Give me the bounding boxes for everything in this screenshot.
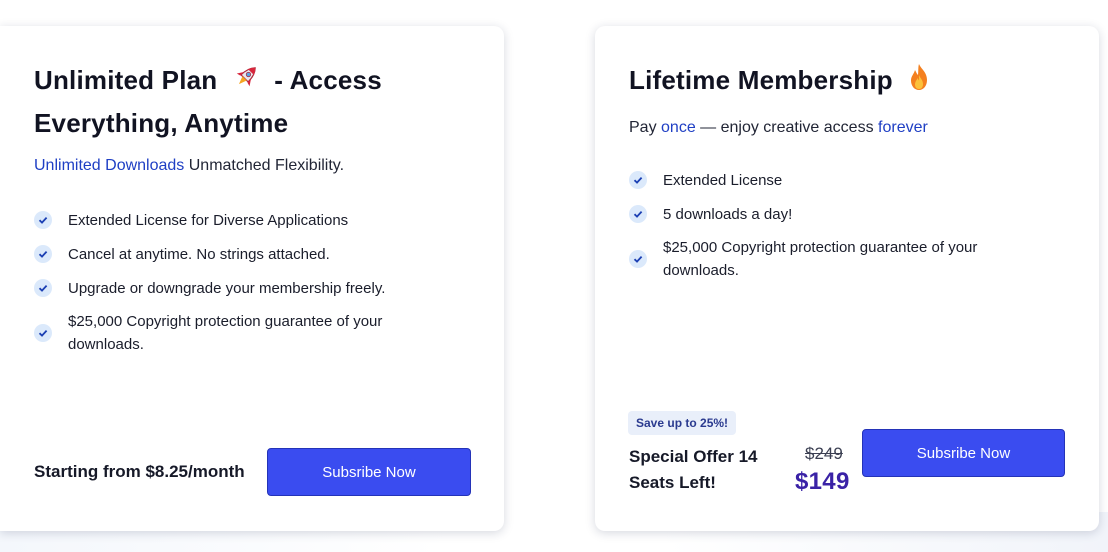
feature-item: Upgrade or downgrade your membership fre… — [34, 271, 434, 305]
check-icon — [629, 171, 647, 189]
subscribe-button[interactable]: Subsribe Now — [267, 448, 471, 496]
feature-item: $25,000 Copyright protection guarantee o… — [629, 231, 1019, 287]
subtitle-mid: — enjoy creative access — [695, 119, 879, 136]
subtitle-rest: Unmatched Flexibility. — [184, 157, 345, 174]
check-icon — [34, 211, 52, 229]
save-badge: Save up to 25%! — [628, 411, 737, 435]
title-text: Lifetime Membership — [629, 65, 893, 95]
old-price: $249 — [805, 444, 843, 463]
subscribe-button[interactable]: Subsribe Now — [862, 429, 1065, 477]
title-text: Unlimited Plan — [34, 65, 218, 95]
feature-item: 5 downloads a day! — [629, 197, 1029, 231]
feature-text: Upgrade or downgrade your membership fre… — [68, 279, 386, 297]
feature-text: $25,000 Copyright protection guarantee o… — [663, 239, 978, 279]
feature-item: Cancel at anytime. No strings attached. — [34, 237, 434, 271]
lifetime-subtitle: Pay once — enjoy creative access forever — [629, 117, 928, 139]
offer-line2: Seats Left! — [629, 473, 716, 492]
unlimited-plan-card: Unlimited Plan - Access Everything, Anyt… — [0, 26, 504, 531]
lifetime-membership-card: Lifetime Membership Pay once — enjoy cre… — [595, 26, 1099, 531]
subtitle-once: once — [661, 119, 696, 136]
subtitle-accent: Unlimited Downloads — [34, 157, 185, 174]
check-icon — [34, 279, 52, 297]
fire-icon — [906, 62, 932, 102]
unlimited-subtitle: Unlimited Downloads Unmatched Flexibilit… — [34, 155, 344, 177]
feature-text: Extended License for Diverse Application… — [68, 211, 349, 229]
title-text-line2: Everything, Anytime — [34, 107, 289, 138]
rocket-icon — [231, 62, 261, 103]
feature-text: 5 downloads a day! — [663, 205, 793, 223]
lifetime-feature-list: Extended License 5 downloads a day! $25,… — [629, 163, 1029, 287]
check-icon — [34, 245, 52, 263]
unlimited-plan-title: Unlimited Plan - Access Everything, Anyt… — [34, 60, 474, 143]
feature-text: $25,000 Copyright protection guarantee o… — [68, 313, 383, 353]
subtitle-pay: Pay — [629, 119, 662, 136]
check-icon — [34, 324, 52, 342]
unlimited-feature-list: Extended License for Diverse Application… — [34, 203, 434, 361]
title-text-suffix: - Access — [274, 65, 382, 95]
new-price: $149 — [795, 468, 850, 495]
special-offer-text: Special Offer 14 Seats Left! — [629, 444, 758, 496]
lifetime-title: Lifetime Membership — [629, 60, 1069, 102]
feature-item: $25,000 Copyright protection guarantee o… — [34, 305, 424, 361]
starting-price: Starting from $8.25/month — [34, 462, 245, 481]
check-icon — [629, 250, 647, 268]
feature-item: Extended License for Diverse Application… — [34, 203, 434, 237]
feature-text: Cancel at anytime. No strings attached. — [68, 245, 330, 263]
subtitle-forever: forever — [878, 119, 928, 136]
offer-line1: Special Offer 14 — [629, 447, 758, 466]
check-icon — [629, 205, 647, 223]
feature-text: Extended License — [663, 171, 783, 189]
feature-item: Extended License — [629, 163, 1029, 197]
